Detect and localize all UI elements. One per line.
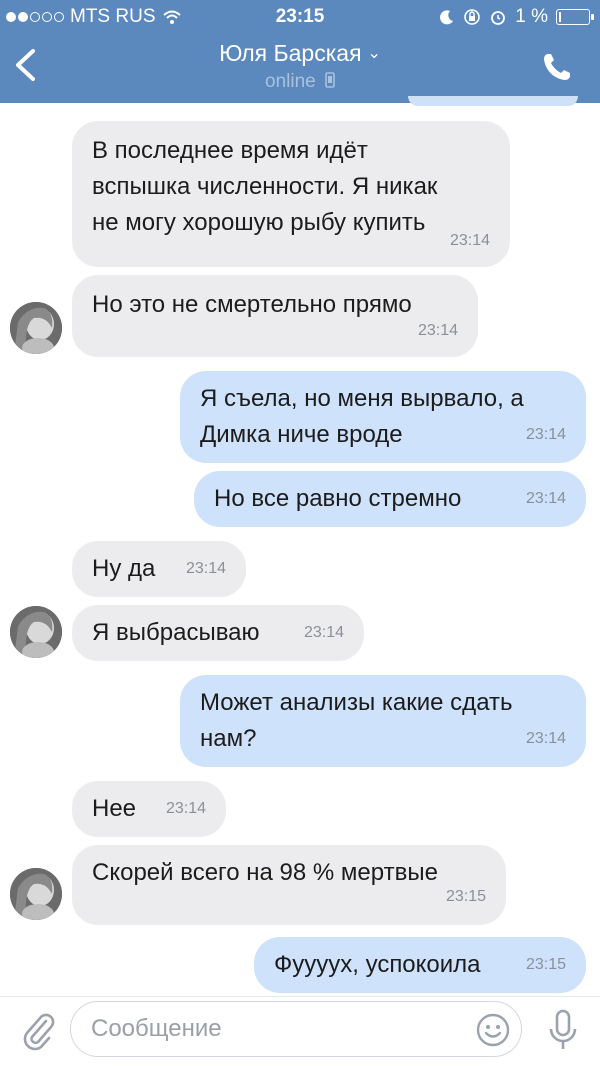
message-text: Но все равно стремно	[214, 485, 462, 512]
message-bubble-incoming[interactable]: Но это не смертельно прямо 23:14	[72, 275, 478, 357]
message-text: Димка ниче вроде	[200, 421, 403, 448]
contact-status: online	[0, 71, 600, 93]
message-time: 23:15	[525, 956, 566, 973]
message-bubble-incoming[interactable]: В последнее время идёт вспышка численнос…	[72, 121, 510, 267]
chevron-down-icon: ⌄	[367, 45, 381, 62]
message-text: вспышка численности. Я никак	[92, 173, 438, 200]
microphone-icon[interactable]	[548, 1009, 578, 1053]
message-bubble-outgoing[interactable]: Может анализы какие сдать нам? 23:14	[180, 675, 586, 767]
message-bubble-incoming[interactable]: Ну да 23:14	[72, 541, 246, 597]
contact-avatar[interactable]	[10, 302, 62, 354]
message-time: 23:14	[525, 730, 566, 747]
battery-icon	[556, 9, 594, 25]
message-bubble-incoming[interactable]: Я выбрасываю 23:14	[72, 605, 364, 661]
message-time: 23:14	[449, 232, 490, 249]
emoji-icon[interactable]	[475, 1012, 511, 1048]
message-bubble-outgoing[interactable]: Но все равно стремно 23:14	[194, 471, 586, 527]
message-time: 23:15	[445, 888, 486, 905]
message-time: 23:14	[185, 560, 226, 577]
chat-header: MTS RUS 23:15 1 % Юля Барская ⌄ online	[0, 0, 600, 103]
contact-avatar[interactable]	[10, 868, 62, 920]
message-text: Скорей всего на 98 % мертвые	[92, 859, 438, 886]
message-text: Я съела, но меня вырвало, а	[200, 385, 524, 412]
message-text: Но это не смертельно прямо	[92, 291, 412, 318]
message-composer	[0, 996, 600, 1066]
message-bubble-outgoing[interactable]: Фуууух, успокоила 23:15	[254, 937, 586, 993]
online-status: online	[265, 71, 316, 92]
message-time: 23:14	[525, 426, 566, 443]
contact-name: Юля Барская	[219, 40, 362, 66]
message-text: Может анализы какие сдать	[200, 689, 513, 716]
contact-title[interactable]: Юля Барская ⌄	[0, 40, 600, 67]
message-bubble-outgoing[interactable]: Я съела, но меня вырвало, а Димка ниче в…	[180, 371, 586, 463]
message-text: Фуууух, успокоила	[274, 951, 481, 978]
message-time: 23:14	[303, 624, 344, 641]
battery-percent: 1 %	[515, 6, 548, 27]
message-bubble-incoming[interactable]: Нее 23:14	[72, 781, 226, 837]
mobile-device-icon	[325, 72, 335, 88]
message-time: 23:14	[525, 490, 566, 507]
paperclip-icon[interactable]	[20, 1011, 56, 1051]
message-text: не могу хорошую рыбу купить	[92, 209, 426, 236]
message-field[interactable]	[70, 1001, 522, 1057]
orientation-lock-icon	[464, 9, 481, 25]
message-text: нам?	[200, 725, 257, 752]
phone-call-icon[interactable]	[540, 50, 574, 84]
message-input[interactable]	[91, 1012, 471, 1046]
alarm-icon	[491, 11, 506, 25]
status-bar: MTS RUS 23:15 1 %	[0, 0, 600, 34]
status-right: 1 %	[439, 6, 594, 28]
contact-avatar[interactable]	[10, 606, 62, 658]
message-list[interactable]: В последнее время идёт вспышка численнос…	[0, 103, 600, 996]
message-bubble-incoming[interactable]: Скорей всего на 98 % мертвые 23:15	[72, 845, 506, 925]
message-time: 23:14	[165, 800, 206, 817]
message-time: 23:14	[417, 322, 458, 339]
message-text: В последнее время идёт	[92, 137, 368, 164]
moon-icon	[440, 10, 454, 25]
